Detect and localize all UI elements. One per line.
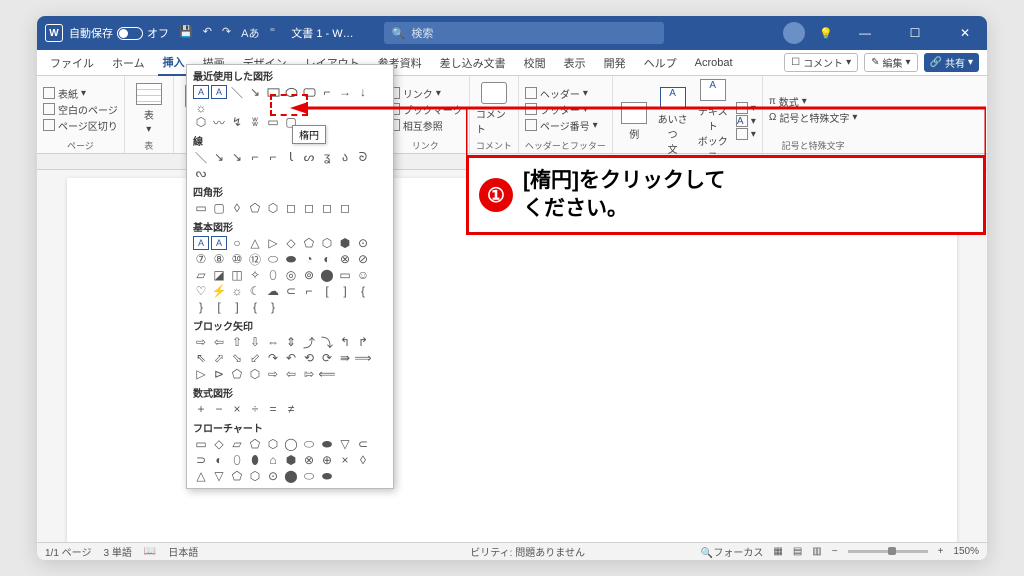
link-button[interactable]: リンク ▾ (388, 86, 463, 101)
view-web-icon[interactable]: ▥ (812, 546, 821, 557)
section-basic: 基本図形 (193, 219, 387, 234)
callout-arrow (290, 100, 480, 116)
comment-icon (481, 82, 507, 104)
section-recent: 最近使用した図形 (193, 68, 387, 83)
crossref-button[interactable]: 相互参照 (388, 118, 463, 133)
group-pages: 表紙 ▾ 空白のページ ページ区切り ページ (37, 76, 125, 153)
maximize-button[interactable]: ☐ (897, 16, 933, 50)
page-break-button[interactable]: ページ区切り (43, 118, 118, 133)
callout-connector (466, 104, 986, 156)
tab-view[interactable]: 表示 (559, 51, 591, 75)
tab-insert[interactable]: 挿入 (158, 50, 190, 76)
undo-icon[interactable]: ↶ (203, 25, 212, 41)
freeform-shape-icon[interactable]: ↯ (229, 115, 245, 129)
section-flowchart: フローチャート (193, 420, 387, 435)
textbox-icon: A (700, 79, 726, 101)
autosave-toggle[interactable]: 自動保存 オフ (69, 25, 169, 41)
callout-text: [楕円]をクリックして ください。 (523, 167, 725, 224)
autosave-label: 自動保存 (69, 25, 113, 41)
rect-alt-icon[interactable]: ▭ (265, 115, 281, 129)
comments-button[interactable]: ☐ コメント ▾ (784, 53, 858, 72)
cover-page-button[interactable]: 表紙 ▾ (43, 86, 118, 101)
share-button[interactable]: 🔗 共有 ▾ (924, 53, 979, 72)
focus-mode[interactable]: 🔍フォーカス (701, 544, 763, 559)
line-shape-icon[interactable]: ＼ (229, 85, 245, 99)
callout-number: ① (479, 178, 513, 212)
blank-page-button[interactable]: 空白のページ (43, 102, 118, 117)
connector-icon[interactable]: ⌐ (319, 85, 335, 99)
header-button[interactable]: ヘッダー ▾ (525, 86, 598, 101)
group-table: 表▾ 表 (125, 76, 174, 153)
ribbon-tabs: ファイル ホーム 挿入 描画 デザイン レイアウト 参考資料 差し込み文書 校閲… (37, 50, 987, 76)
search-box[interactable]: 🔍 検索 (384, 22, 664, 44)
close-button[interactable]: ✕ (947, 16, 983, 50)
section-block-arrows: ブロック矢印 (193, 318, 387, 333)
tab-acrobat[interactable]: Acrobat (690, 53, 738, 73)
zoom-out-icon[interactable]: − (832, 546, 838, 557)
sun-icon-2[interactable]: ☼ (193, 101, 209, 115)
font-qat-icon[interactable]: Aあ (241, 25, 259, 41)
lightbulb-icon[interactable]: 💡 (819, 27, 833, 40)
tab-mailings[interactable]: 差し込み文書 (435, 51, 511, 75)
edit-mode-button[interactable]: ✎ 編集 ▾ (864, 53, 917, 72)
toggle-icon (117, 27, 143, 40)
basic-grid: AA○△▷◇⬠⬡⬢⊙⑦⑧ ⑩⑫⬭⬬◔◐⊗⊘▱◪◫✧ ⬯◎⊚⬤▭☺♡⚡☼☾☁⊂ ⌐… (193, 236, 387, 314)
arrow-down-icon[interactable]: ↓ (355, 85, 371, 99)
hex-shape-icon[interactable]: ⬡ (193, 115, 209, 129)
instruction-callout: ① [楕円]をクリックして ください。 (466, 155, 986, 235)
line-arrow-shape-icon[interactable]: ↘ (247, 85, 263, 99)
flowchart-grid: ▭◇▱⬠⬡◯⬭⬬▽⊂⊃◐ ⬯⬮⌂⬢⊗⊕×◊△▽⬠⬡ ⊙⬤⬭⬬ (193, 437, 387, 483)
table-icon (136, 83, 162, 105)
textbox-shape-icon[interactable]: A (193, 85, 209, 99)
tab-file[interactable]: ファイル (45, 51, 99, 75)
save-icon[interactable]: 💾 (179, 25, 193, 41)
zoom-slider[interactable] (848, 550, 928, 553)
statusbar: 1/1 ページ 3 単語 📖 日本語 ビリティ: 問題ありません 🔍フォーカス … (37, 542, 987, 560)
redo-icon[interactable]: ↷ (222, 25, 231, 41)
accessibility-status[interactable]: ビリティ: 問題ありません (470, 544, 585, 559)
word-count[interactable]: 3 単語 (103, 544, 131, 559)
tab-help[interactable]: ヘルプ (639, 51, 682, 75)
minimize-button[interactable]: — (847, 16, 883, 50)
user-avatar-icon[interactable] (783, 22, 805, 44)
zoom-in-icon[interactable]: + (938, 546, 944, 557)
titlebar: W 自動保存 オフ 💾 ↶ ↷ Aあ ⁼ 文書 1 - W… 🔍 検索 💡 — … (37, 16, 987, 50)
section-rects: 四角形 (193, 184, 387, 199)
qat-more-icon[interactable]: ⁼ (269, 25, 275, 41)
tab-review[interactable]: 校閲 (519, 51, 551, 75)
document-title: 文書 1 - W… (291, 25, 353, 41)
shapes-dropdown-menu: 最近使用した図形 A A ＼ ↘ ⌐ → ↓ ☼ ⬡ 〰 ↯ ʬ ▭ ▢ 線 ＼… (186, 64, 394, 489)
tab-dev[interactable]: 開発 (599, 51, 631, 75)
vtextbox-shape-icon[interactable]: A (211, 85, 227, 99)
section-equation: 数式図形 (193, 385, 387, 400)
text-proof-icon[interactable]: 📖 (144, 546, 156, 557)
view-read-icon[interactable]: ▦ (773, 546, 782, 557)
zoom-level[interactable]: 150% (953, 546, 979, 557)
scribble-shape-icon[interactable]: ʬ (247, 115, 263, 129)
autosave-state: オフ (147, 25, 169, 41)
curve-shape-icon[interactable]: 〰 (211, 115, 227, 129)
word-app-icon: W (45, 24, 63, 42)
arrow-right-icon[interactable]: → (337, 85, 353, 99)
search-icon: 🔍 (392, 27, 406, 40)
table-button[interactable]: 表▾ (131, 79, 167, 139)
language[interactable]: 日本語 (168, 544, 198, 559)
block-arrows-grid: ⇨⇦⇧⇩⇔⇕⤴⤵↰↱⇖⬀ ⬂⬃↷↶⟲⟳⇛⟹▷⊳⬠⬡ ⇨⇦⇰⟸ (193, 335, 387, 381)
quick-access-toolbar: 💾 ↶ ↷ Aあ ⁼ (179, 25, 275, 41)
rects-grid: ▭▢◊⬠⬡◻◻◻◻ (193, 201, 387, 215)
section-lines: 線 (193, 133, 387, 148)
shape-tooltip: 楕円 (292, 125, 326, 144)
lines-grid: ＼↘↘⌐⌐Ꙇᔕʓაᘐᔓ (193, 150, 387, 180)
equation-grid: +−×÷=≠ (193, 402, 387, 416)
view-print-icon[interactable]: ▤ (793, 546, 802, 557)
page-count[interactable]: 1/1 ページ (45, 544, 91, 559)
word-window: W 自動保存 オフ 💾 ↶ ↷ Aあ ⁼ 文書 1 - W… 🔍 検索 💡 — … (37, 16, 987, 560)
tab-home[interactable]: ホーム (107, 51, 150, 75)
search-placeholder: 検索 (411, 25, 433, 41)
